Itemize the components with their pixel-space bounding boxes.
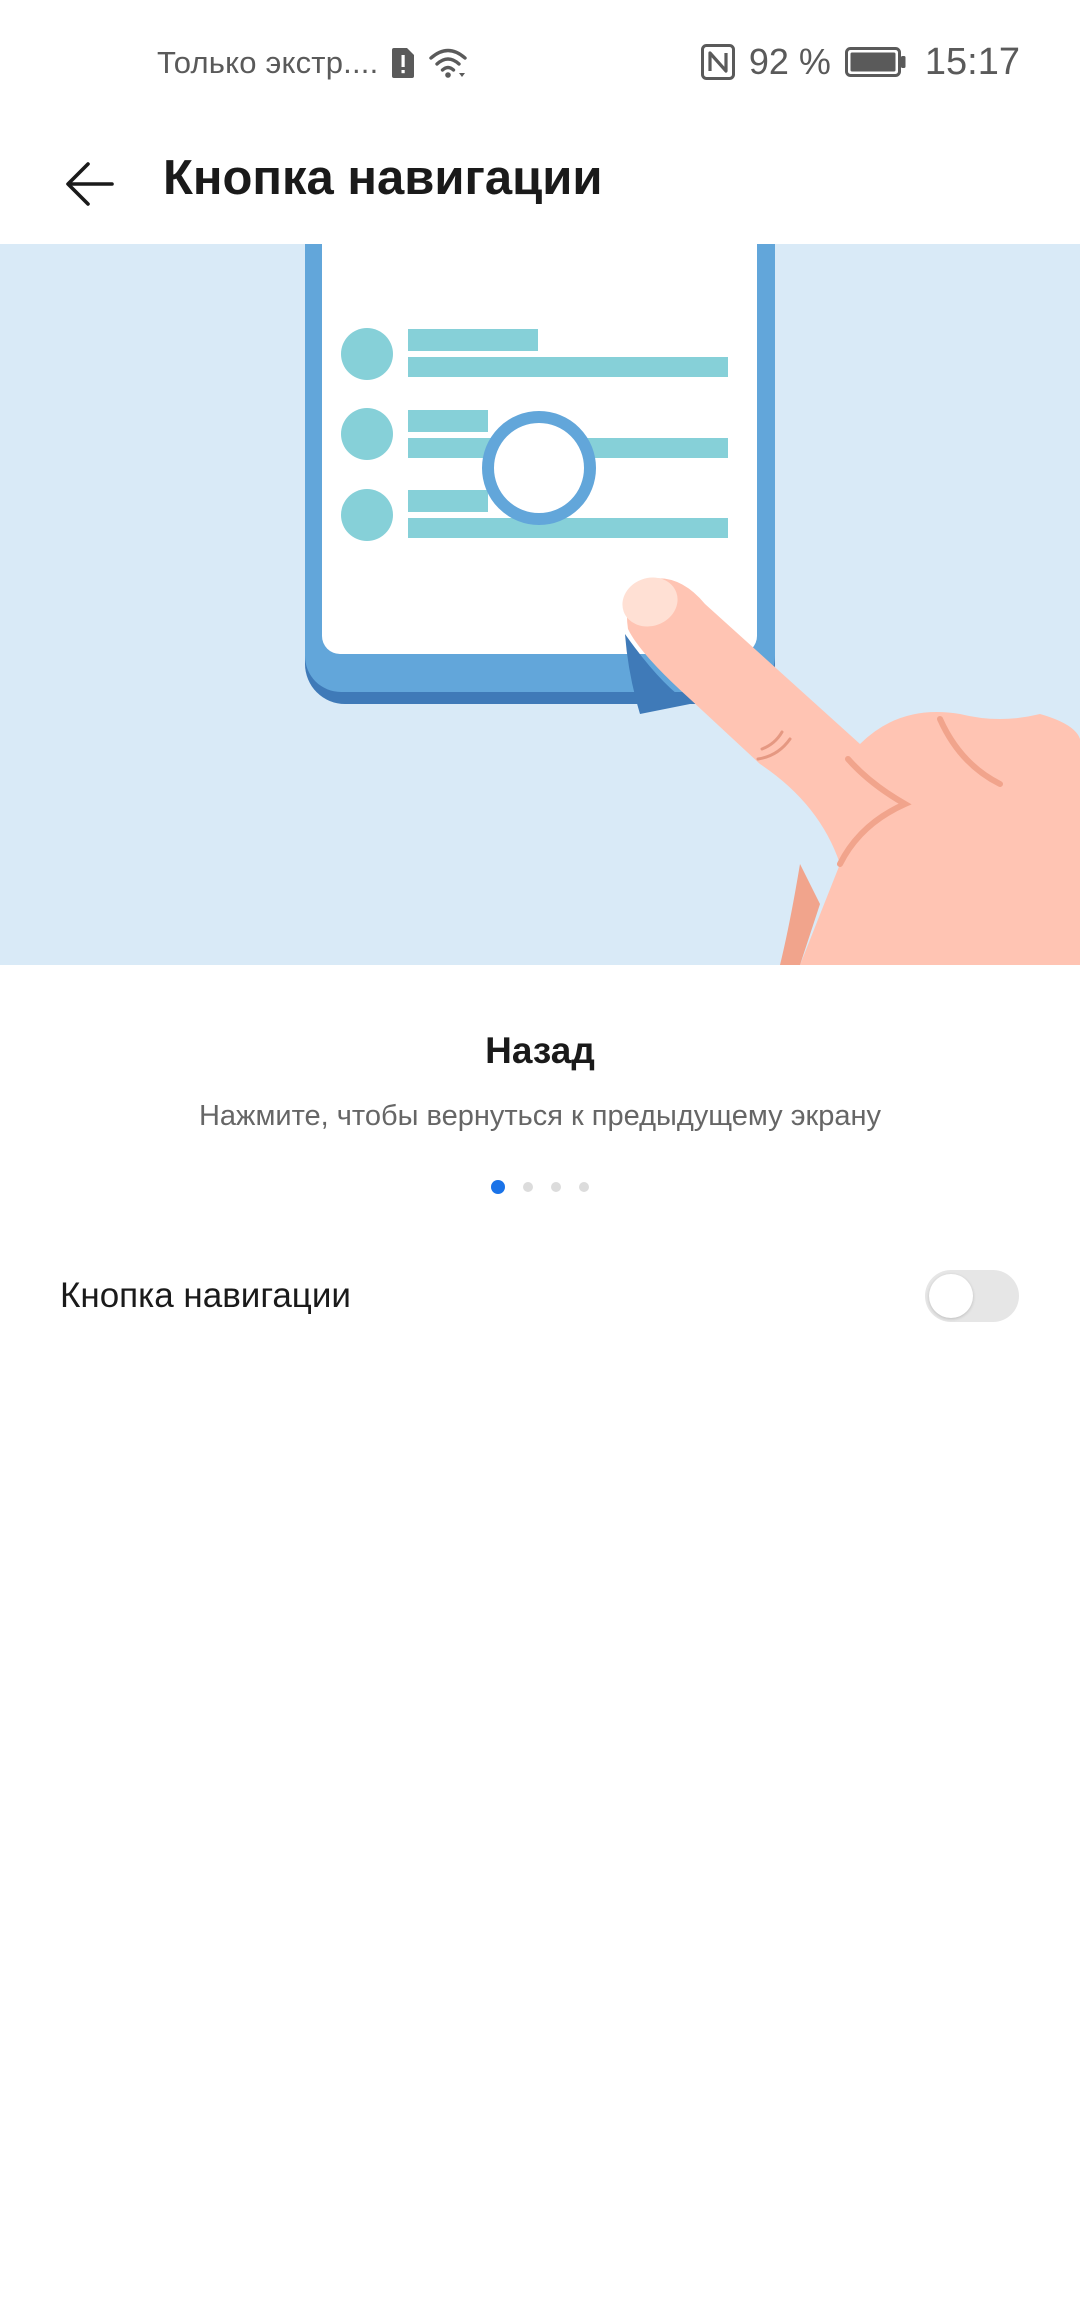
arrow-left-icon xyxy=(64,160,116,208)
status-bar: Только экстр.... 92 % 15:17 xyxy=(0,0,1080,124)
page-dot[interactable] xyxy=(551,1182,561,1192)
page-title: Кнопка навигации xyxy=(163,151,603,205)
page-dot[interactable] xyxy=(579,1182,589,1192)
tutorial-description: Нажмите, чтобы вернуться к предыдущему э… xyxy=(198,1100,881,1132)
carrier-text: Только экстр.... xyxy=(157,45,379,80)
battery-icon xyxy=(844,47,907,77)
page-dot[interactable] xyxy=(523,1182,533,1192)
nav-button-setting-row[interactable]: Кнопка навигации xyxy=(0,1250,1080,1346)
battery-percent: 92 % xyxy=(748,41,831,82)
tutorial-title: Назад xyxy=(485,1030,595,1071)
tutorial-illustration xyxy=(0,244,1080,965)
sim-alert-icon xyxy=(390,46,416,80)
toggle-knob xyxy=(929,1274,973,1318)
touch-ring xyxy=(482,411,596,525)
status-bar-left: Только экстр.... xyxy=(157,40,468,86)
hand-illustration xyxy=(622,577,1080,965)
status-bar-right: 92 % 15:17 xyxy=(700,38,1020,86)
back-button[interactable] xyxy=(40,144,140,224)
nav-button-setting-label: Кнопка навигации xyxy=(60,1276,351,1315)
app-bar: Кнопка навигации xyxy=(0,124,1080,244)
clock: 15:17 xyxy=(924,40,1020,83)
page-dot[interactable] xyxy=(491,1180,505,1194)
nfc-icon xyxy=(700,44,735,80)
page-indicator[interactable] xyxy=(0,1180,1080,1194)
nav-button-toggle[interactable] xyxy=(925,1270,1019,1322)
wifi-icon xyxy=(428,47,468,79)
